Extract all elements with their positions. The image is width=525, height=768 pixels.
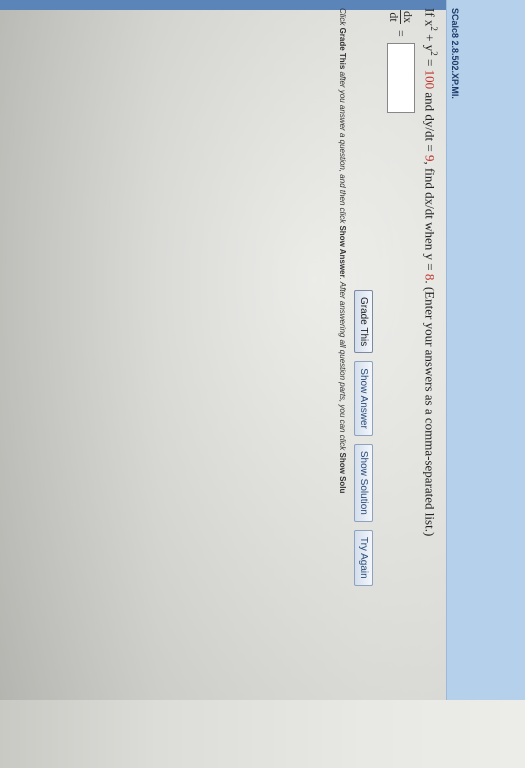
hint-b1: Grade This xyxy=(338,27,347,70)
q-suffix: . (Enter your answers as a comma-separat… xyxy=(422,280,438,537)
assignment-title: SCalc8 2.8.502.XP.MI. xyxy=(450,8,460,99)
question-text: If x2 + y2 = 100 and dy/dt = 9, find dx/… xyxy=(422,8,439,688)
assignment-page: SCalc8 2.8.502.XP.MI. If x2 + y2 = 100 a… xyxy=(0,0,525,700)
q-mid: and dy/dt = xyxy=(422,89,438,155)
hint-t1: Click xyxy=(338,8,347,28)
fraction-denominator: dt xyxy=(387,12,402,22)
q-prefix: If x xyxy=(422,8,438,27)
q-eq: = xyxy=(422,55,438,70)
try-again-button[interactable]: Try Again xyxy=(354,529,373,586)
q-mid2: , find dx/dt when y = xyxy=(422,161,438,274)
show-answer-button[interactable]: Show Answer xyxy=(354,361,373,436)
instruction-hint: Click Grade This after you answer a ques… xyxy=(338,8,347,768)
hint-b2: Show Answer xyxy=(338,225,347,278)
hint-t2: after you answer a question, and then cl… xyxy=(338,69,347,226)
q-plus: + y xyxy=(422,30,438,52)
q-value-100: 100 xyxy=(422,69,438,90)
fraction-numerator: dx xyxy=(400,10,416,24)
answer-row: dx dt = xyxy=(381,10,421,113)
hint-b3: Show Solu xyxy=(338,452,347,494)
hint-t3: . After answering all question parts, yo… xyxy=(338,277,347,453)
grade-this-button[interactable]: Grade This xyxy=(354,290,373,354)
equals-sign: = xyxy=(394,30,409,37)
derivative-fraction: dx dt xyxy=(387,10,416,24)
show-solution-button[interactable]: Show Solution xyxy=(354,443,373,522)
assignment-header: SCalc8 2.8.502.XP.MI. xyxy=(446,0,525,700)
answer-input[interactable] xyxy=(387,42,415,113)
action-buttons: Grade This Show Answer Show Solution Try… xyxy=(354,290,373,586)
